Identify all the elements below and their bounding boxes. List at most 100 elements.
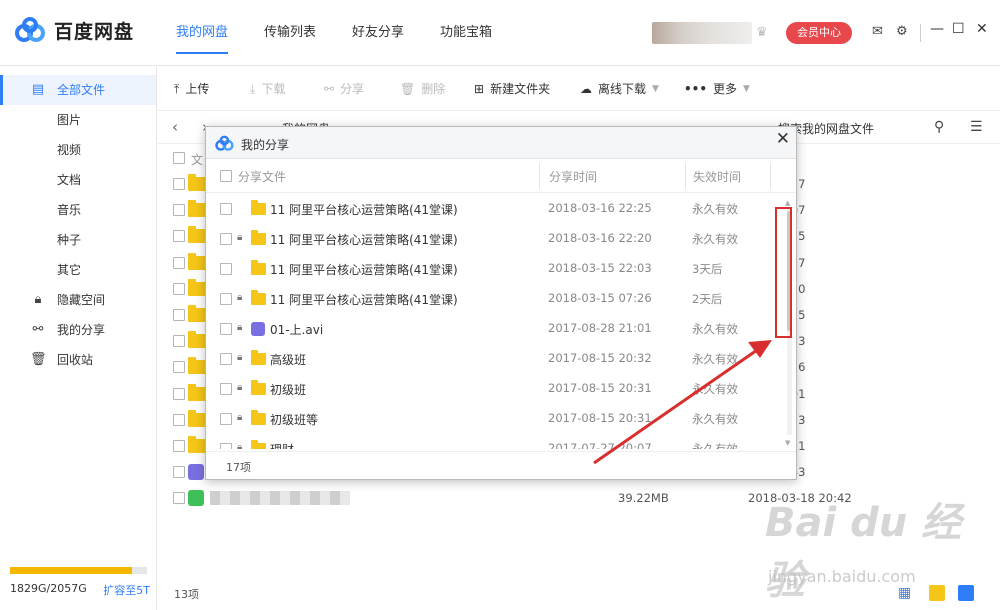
upload-label: 上传 [185,82,210,96]
tab-toolbox[interactable]: 功能宝箱 [440,0,492,66]
folder-icon [188,357,206,375]
row-checkbox[interactable] [220,263,232,275]
close-icon[interactable]: ✕ [776,129,790,149]
tab-friend-share[interactable]: 好友分享 [352,0,404,66]
mail-icon[interactable]: ✉ [872,24,883,39]
row-checkbox[interactable] [173,308,185,321]
expand-storage-link[interactable]: 扩容至5T [103,582,150,598]
share-list: 11 阿里平台核心运营策略(41堂课) 2018-03-16 22:25 永久有效 🔒… [206,194,782,449]
row-checkbox[interactable] [173,361,185,374]
share-row[interactable]: 🔒︎ 高级班 2017-08-15 20:32 永久有效 [206,344,782,374]
search-icon[interactable]: ⚲ [934,119,944,135]
share-row[interactable]: 🔒︎ 理财 2017-07-27 20:07 永久有效 [206,434,782,449]
share-row[interactable]: 🔒︎ 初级班等 2017-08-15 20:31 永久有效 [206,404,782,434]
tab-my-disk[interactable]: 我的网盘 [176,0,229,66]
row-checkbox[interactable] [220,443,232,449]
row-checkbox[interactable] [173,256,185,269]
column-share-time[interactable]: 分享时间 [549,168,597,185]
file-count: 13项 [174,588,199,601]
row-checkbox[interactable] [173,335,185,348]
tab-transfer-list[interactable]: 传输列表 [264,0,316,66]
gear-icon[interactable]: ⚙ [896,24,908,39]
select-all-checkbox[interactable] [173,152,185,164]
offline-download-button[interactable]: ☁ 离线下载 ▼ [580,67,659,111]
share-file-name: 理财 [270,441,294,449]
sidebar-item-hidden-space[interactable]: 🔒︎ 隐藏空间 [0,285,156,315]
lock-icon: 🔒︎ [237,412,243,423]
list-view-icon[interactable]: ☰ [970,119,983,135]
sidebar-item-my-share[interactable]: ⚯ 我的分享 [0,315,156,345]
scroll-up-icon[interactable]: ▲ [785,199,790,207]
column-expire-time[interactable]: 失效时间 [693,168,741,185]
blurred-file-name [210,491,350,506]
select-all-checkbox[interactable] [220,170,232,182]
upload-button[interactable]: ⤒ 上传 [174,67,209,111]
storage-usage: 1829G/2057G 扩容至5T [10,567,150,598]
sidebar-item-label: 文档 [57,173,82,187]
sidebar-item-label: 回收站 [57,353,94,367]
back-arrow-icon[interactable]: ‹ [172,118,178,136]
share-row[interactable]: 🔒︎ 11 阿里平台核心运营策略(41堂课) 2018-03-16 22:20 永久有… [206,224,782,254]
row-checkbox[interactable] [173,492,185,505]
folder-icon [251,440,266,449]
more-button[interactable]: ••• 更多 ▼ [684,67,750,111]
share-button[interactable]: ⚯ 分享 [324,67,364,111]
row-checkbox[interactable] [220,353,232,365]
chevron-down-icon: ▼ [652,84,659,94]
row-checkbox[interactable] [173,439,185,452]
row-checkbox[interactable] [220,233,232,245]
highlight-box [775,207,792,338]
column-share-file[interactable]: 分享文件 [238,168,286,185]
row-checkbox[interactable] [173,178,185,190]
sidebar-item-docs[interactable]: 文档 [0,165,156,195]
row-checkbox[interactable] [173,387,185,400]
row-checkbox[interactable] [173,230,185,243]
row-checkbox[interactable] [173,413,185,426]
sidebar-item-torrents[interactable]: 种子 [0,225,156,255]
column-divider [770,163,771,189]
share-row[interactable]: 11 阿里平台核心运营策略(41堂课) 2018-03-16 22:25 永久有效 [206,194,782,224]
download-label: 下载 [261,82,286,96]
row-checkbox[interactable] [173,282,185,295]
app-logo[interactable]: 百度网盘 [14,16,134,44]
sidebar-item-recycle-bin[interactable]: 🗑︎ 回收站 [0,345,156,375]
row-checkbox[interactable] [220,323,232,335]
minimize-icon[interactable]: — [930,21,944,37]
row-checkbox[interactable] [220,413,232,425]
sidebar-item-images[interactable]: 图片 [0,105,156,135]
share-row[interactable]: 🔒︎ 11 阿里平台核心运营策略(41堂课) 2018-03-15 07:26 2天后 [206,284,782,314]
row-checkbox[interactable] [173,204,185,217]
share-time: 2017-08-15 20:31 [548,381,652,395]
sidebar-item-music[interactable]: 音乐 [0,195,156,225]
offline-label: 离线下载 [598,82,647,96]
dialog-column-headers: 分享文件 分享时间 失效时间 [206,159,796,193]
chevron-down-icon: ▼ [743,84,750,94]
folder-icon [188,200,206,218]
row-checkbox[interactable] [173,466,185,479]
share-row[interactable]: 🔒︎ 初级班 2017-08-15 20:31 永久有效 [206,374,782,404]
new-folder-button[interactable]: ⊞ 新建文件夹 [474,67,550,111]
row-checkbox[interactable] [220,203,232,215]
sidebar-item-videos[interactable]: 视频 [0,135,156,165]
share-time: 2018-03-16 22:20 [548,231,652,245]
lock-icon: 🔒︎ [237,352,243,363]
user-avatar-blurred[interactable] [652,22,752,44]
storage-text: 1829G/2057G [10,582,87,595]
sidebar-item-all-files[interactable]: ▤ 全部文件 [0,75,156,105]
share-row[interactable]: 11 阿里平台核心运营策略(41堂课) 2018-03-15 22:03 3天后 [206,254,782,284]
share-time: 2018-03-16 22:25 [548,201,652,215]
vip-center-button[interactable]: 会员中心 [786,22,852,44]
sidebar-item-other[interactable]: 其它 [0,255,156,285]
close-window-icon[interactable]: ✕ [976,21,988,37]
download-button[interactable]: ⤓ 下载 [250,67,285,111]
row-checkbox[interactable] [220,293,232,305]
row-checkbox[interactable] [220,383,232,395]
delete-button[interactable]: 🗑︎ 删除 [400,67,445,111]
share-file-name: 11 阿里平台核心运营策略(41堂课) [270,293,458,307]
scroll-down-icon[interactable]: ▼ [785,439,790,447]
share-expire: 3天后 [692,262,723,276]
file-size: 39.22MB [618,491,669,506]
share-row[interactable]: 🔒︎ 01-上.avi 2017-08-28 21:01 永久有效 [206,314,782,344]
maximize-icon[interactable]: ☐ [952,21,965,37]
share-expire: 永久有效 [692,382,738,396]
